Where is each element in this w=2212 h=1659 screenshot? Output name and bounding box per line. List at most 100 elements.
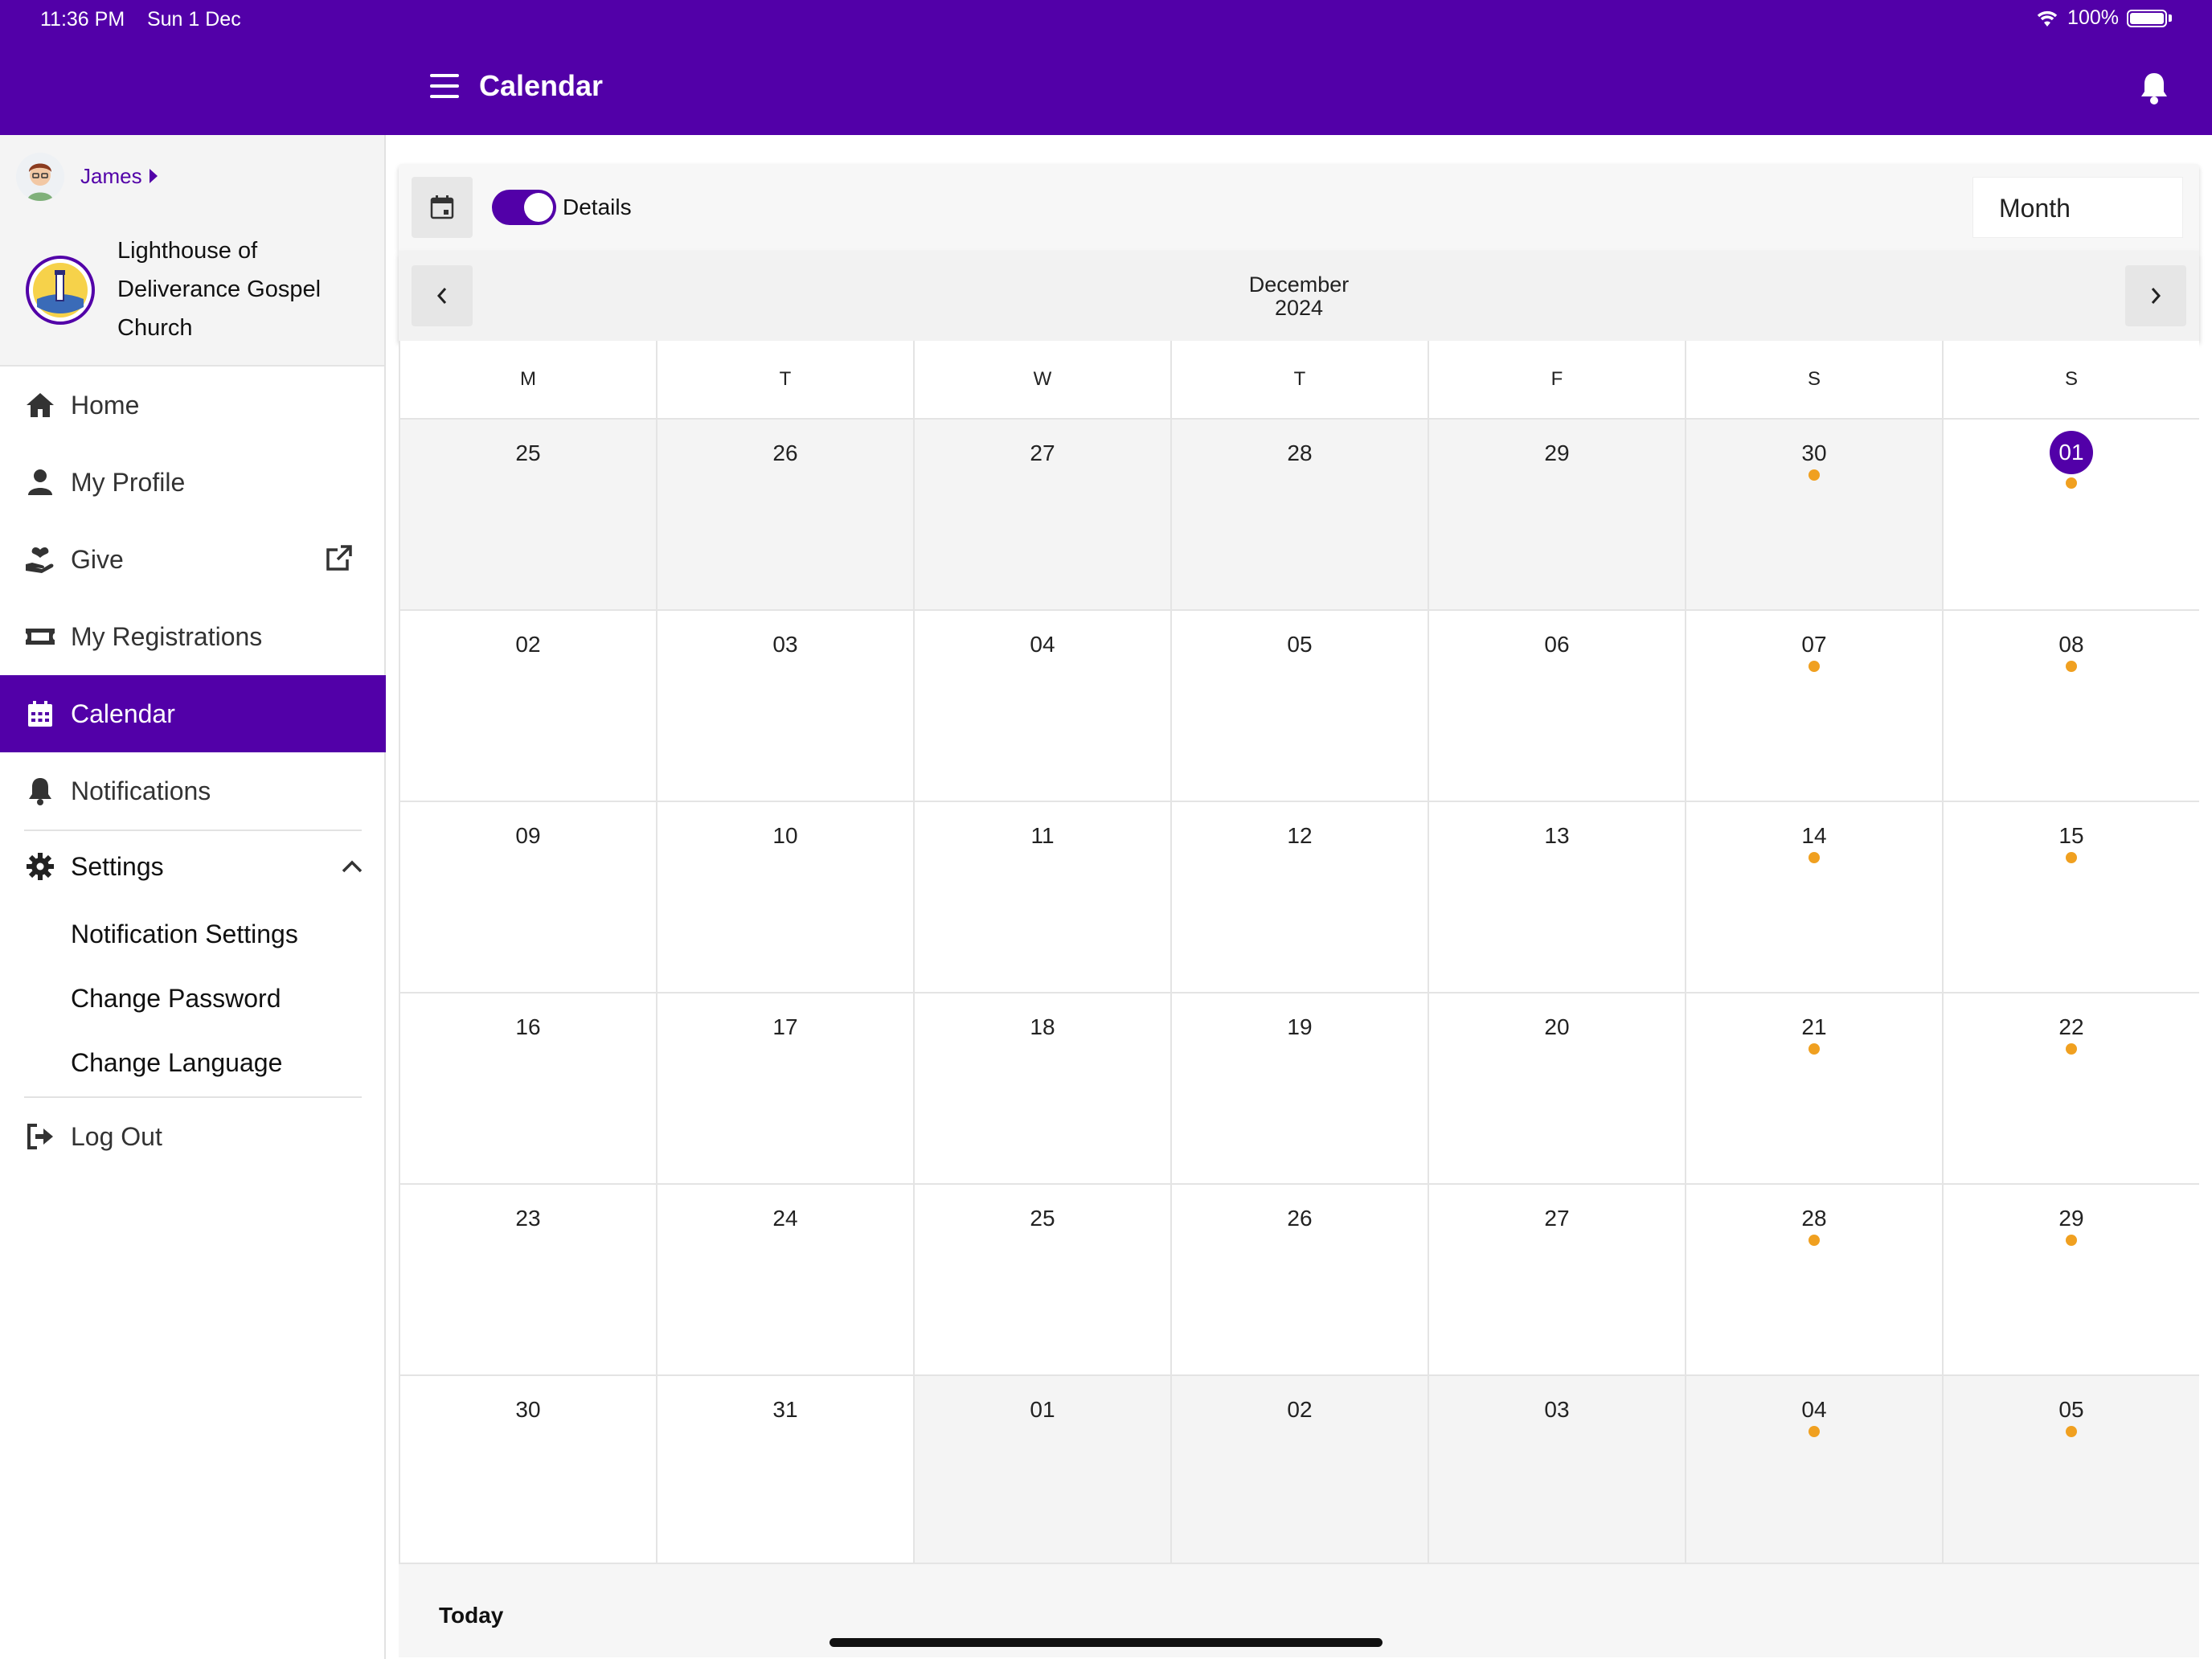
battery-percent: 100% [2067, 6, 2119, 29]
ticket-icon [26, 629, 55, 645]
event-dot [2066, 1426, 2077, 1437]
sidebar-item-home[interactable]: Home [0, 367, 386, 444]
calendar-day-cell[interactable]: 10 [656, 801, 913, 992]
day-number: 06 [1544, 632, 1570, 657]
home-icon [27, 393, 54, 417]
calendar-day-cell[interactable]: 01 [913, 1374, 1170, 1566]
today-day-number: 01 [2050, 431, 2093, 474]
event-dot [1809, 1043, 1820, 1055]
app-header: 11:36 PM Sun 1 Dec 100% Calendar [0, 0, 2212, 135]
sidebar-item-label: Home [71, 390, 140, 420]
calendar-day-cell[interactable]: 28 [1170, 418, 1428, 609]
calendar-day-cell[interactable]: 30 [1685, 418, 1942, 609]
sidebar-item-log-out[interactable]: Log Out [0, 1098, 386, 1175]
calendar-day-cell[interactable]: 27 [913, 418, 1170, 609]
calendar-day-cell[interactable]: 16 [399, 992, 656, 1183]
sidebar-item-my-profile[interactable]: My Profile [0, 444, 386, 521]
calendar-day-cell[interactable]: 12 [1170, 801, 1428, 992]
day-number: 15 [2058, 823, 2084, 848]
calendar-day-cell[interactable]: 28 [1685, 1183, 1942, 1374]
day-number: 02 [1287, 1397, 1313, 1422]
calendar-day-cell[interactable]: 03 [1428, 1374, 1685, 1566]
hamburger-menu-icon[interactable] [430, 74, 459, 98]
calendar-day-cell[interactable]: 05 [1170, 609, 1428, 801]
calendar-day-cell[interactable]: 02 [1170, 1374, 1428, 1566]
calendar-day-cell[interactable]: 17 [656, 992, 913, 1183]
calendar-day-cell[interactable]: 31 [656, 1374, 913, 1566]
calendar-day-cell[interactable]: 09 [399, 801, 656, 992]
day-number: 10 [772, 823, 798, 848]
day-number: 09 [515, 823, 541, 848]
today-button[interactable]: Today [439, 1603, 503, 1628]
day-number: 28 [1287, 440, 1313, 465]
calendar-day-cell[interactable]: 05 [1942, 1374, 2199, 1566]
avatar[interactable] [16, 153, 64, 201]
external-link-icon[interactable] [325, 543, 354, 572]
calendar-day-cell[interactable]: 03 [656, 609, 913, 801]
settings-sub-notification-settings[interactable]: Notification Settings [71, 920, 298, 949]
day-number: 21 [1801, 1014, 1827, 1039]
calendar-day-cell[interactable]: 02 [399, 609, 656, 801]
settings-sub-change-password[interactable]: Change Password [71, 984, 281, 1014]
page-title: Calendar [479, 69, 604, 102]
caret-right-icon[interactable] [150, 169, 158, 183]
calendar-day-cell[interactable]: 08 [1942, 609, 2199, 801]
sidebar-item-settings[interactable]: Settings [0, 828, 386, 905]
calendar-day-cell[interactable]: 15 [1942, 801, 2199, 992]
day-number: 16 [515, 1014, 541, 1039]
calendar-day-cell[interactable]: 27 [1428, 1183, 1685, 1374]
day-number: 08 [2058, 632, 2084, 657]
sidebar-item-label: Settings [71, 851, 164, 881]
calendar-day-cell[interactable]: 25 [913, 1183, 1170, 1374]
sidebar-item-notifications[interactable]: Notifications [0, 752, 386, 830]
username-link[interactable]: James [80, 164, 142, 189]
calendar-day-cell[interactable]: 22 [1942, 992, 2199, 1183]
calendar-day-cell[interactable]: 11 [913, 801, 1170, 992]
calendar-day-cell[interactable]: 14 [1685, 801, 1942, 992]
calendar-day-cell[interactable]: 19 [1170, 992, 1428, 1183]
day-number: 28 [1801, 1206, 1827, 1231]
view-mode-select[interactable]: Month [1972, 177, 2183, 238]
weekday-label: F [1428, 341, 1685, 418]
event-dot [2066, 661, 2077, 672]
user-icon [28, 469, 52, 495]
calendar-day-cell[interactable]: 29 [1942, 1183, 2199, 1374]
day-number: 29 [2058, 1206, 2084, 1231]
next-month-button[interactable] [2125, 265, 2186, 326]
event-dot [1809, 1235, 1820, 1246]
day-number: 14 [1801, 823, 1827, 848]
calendar-day-cell[interactable]: 21 [1685, 992, 1942, 1183]
day-number: 03 [1544, 1397, 1570, 1422]
chevron-up-icon[interactable] [341, 858, 363, 875]
calendar-day-cell[interactable]: 07 [1685, 609, 1942, 801]
calendar-day-cell[interactable]: 01 [1942, 418, 2199, 609]
sidebar-item-label: Notifications [71, 776, 211, 805]
calendar-day-cell[interactable]: 18 [913, 992, 1170, 1183]
day-number: 26 [1287, 1206, 1313, 1231]
calendar-day-cell[interactable]: 23 [399, 1183, 656, 1374]
calendar-day-cell[interactable]: 30 [399, 1374, 656, 1566]
calendar-day-cell[interactable]: 13 [1428, 801, 1685, 992]
notification-bell-icon[interactable] [2138, 71, 2170, 106]
calendar-day-cell[interactable]: 26 [1170, 1183, 1428, 1374]
settings-sub-change-language[interactable]: Change Language [71, 1048, 282, 1078]
day-number: 12 [1287, 823, 1313, 848]
date-picker-button[interactable] [412, 177, 473, 238]
sidebar-item-give[interactable]: Give [0, 521, 386, 598]
day-number: 22 [2058, 1014, 2084, 1039]
calendar-day-cell[interactable]: 26 [656, 418, 913, 609]
calendar-day-cell[interactable]: 20 [1428, 992, 1685, 1183]
calendar-day-cell[interactable]: 24 [656, 1183, 913, 1374]
calendar-day-cell[interactable]: 04 [1685, 1374, 1942, 1566]
weekday-label: S [1685, 341, 1942, 418]
event-dot [1809, 661, 1820, 672]
calendar-day-cell[interactable]: 04 [913, 609, 1170, 801]
details-toggle[interactable] [492, 190, 556, 225]
month-navigation: December 2024 [399, 251, 2199, 341]
sidebar-item-my-registrations[interactable]: My Registrations [0, 598, 386, 675]
calendar-day-cell[interactable]: 25 [399, 418, 656, 609]
calendar-day-cell[interactable]: 29 [1428, 418, 1685, 609]
status-date: Sun 1 Dec [146, 8, 241, 31]
sidebar-item-calendar[interactable]: Calendar [0, 675, 386, 752]
calendar-day-cell[interactable]: 06 [1428, 609, 1685, 801]
